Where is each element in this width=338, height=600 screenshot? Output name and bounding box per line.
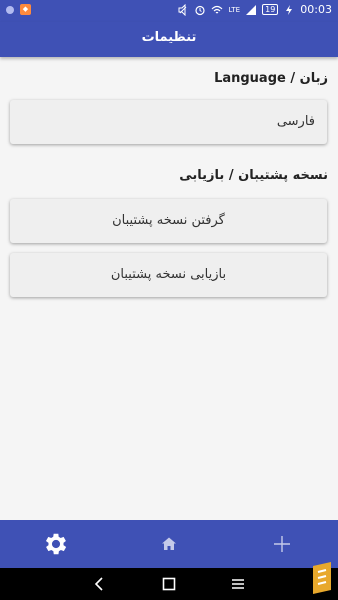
system-home-button[interactable] xyxy=(149,568,189,600)
nav-settings[interactable] xyxy=(26,520,86,568)
alarm-icon xyxy=(195,5,206,15)
app-toolbar: تنظیمات xyxy=(0,22,338,57)
backup-button[interactable]: گرفتن نسخه پشتیبان xyxy=(10,199,327,243)
system-nav-bar xyxy=(0,562,338,600)
home-icon xyxy=(162,537,176,550)
nav-add[interactable] xyxy=(252,520,312,568)
status-bar: ◆ LTE 19 00:03 xyxy=(0,0,338,22)
restore-button[interactable]: بازیابی نسخه پشتیبان xyxy=(10,253,327,297)
page-title: تنظیمات xyxy=(141,30,197,45)
store-watermark-logo xyxy=(313,562,331,594)
language-selector[interactable]: فارسی xyxy=(10,100,327,144)
settings-content: زبان / Language فارسی نسخه پشتیبان / باز… xyxy=(0,57,338,520)
indicator-area: LTE 19 00:03 xyxy=(177,3,332,16)
settings-screen: ◆ LTE 19 00:03 تنظیمات زبان / Language ف… xyxy=(0,0,338,600)
charging-icon xyxy=(286,4,293,15)
language-section-title: زبان / Language xyxy=(214,71,328,86)
mute-icon xyxy=(178,3,187,16)
backup-section-title: نسخه پشتیبان / بازیابی xyxy=(179,168,328,183)
wifi-icon xyxy=(212,5,223,13)
gear-icon xyxy=(45,533,67,555)
nav-home[interactable] xyxy=(139,520,199,568)
signal-icon xyxy=(246,4,257,15)
back-icon xyxy=(94,577,103,591)
plus-icon xyxy=(274,536,290,552)
recents-icon xyxy=(232,579,244,589)
network-label: LTE xyxy=(228,5,241,14)
app-box-icon: ◆ xyxy=(20,4,31,15)
system-back-button[interactable] xyxy=(80,568,120,600)
clock: 00:03 xyxy=(300,3,332,16)
app-dot-icon xyxy=(6,5,14,14)
bottom-navigation xyxy=(0,520,338,568)
home-square-icon xyxy=(162,577,176,591)
system-recents-button[interactable] xyxy=(218,568,258,600)
notification-area: ◆ xyxy=(6,4,31,15)
battery-icon: 19 xyxy=(262,4,279,15)
